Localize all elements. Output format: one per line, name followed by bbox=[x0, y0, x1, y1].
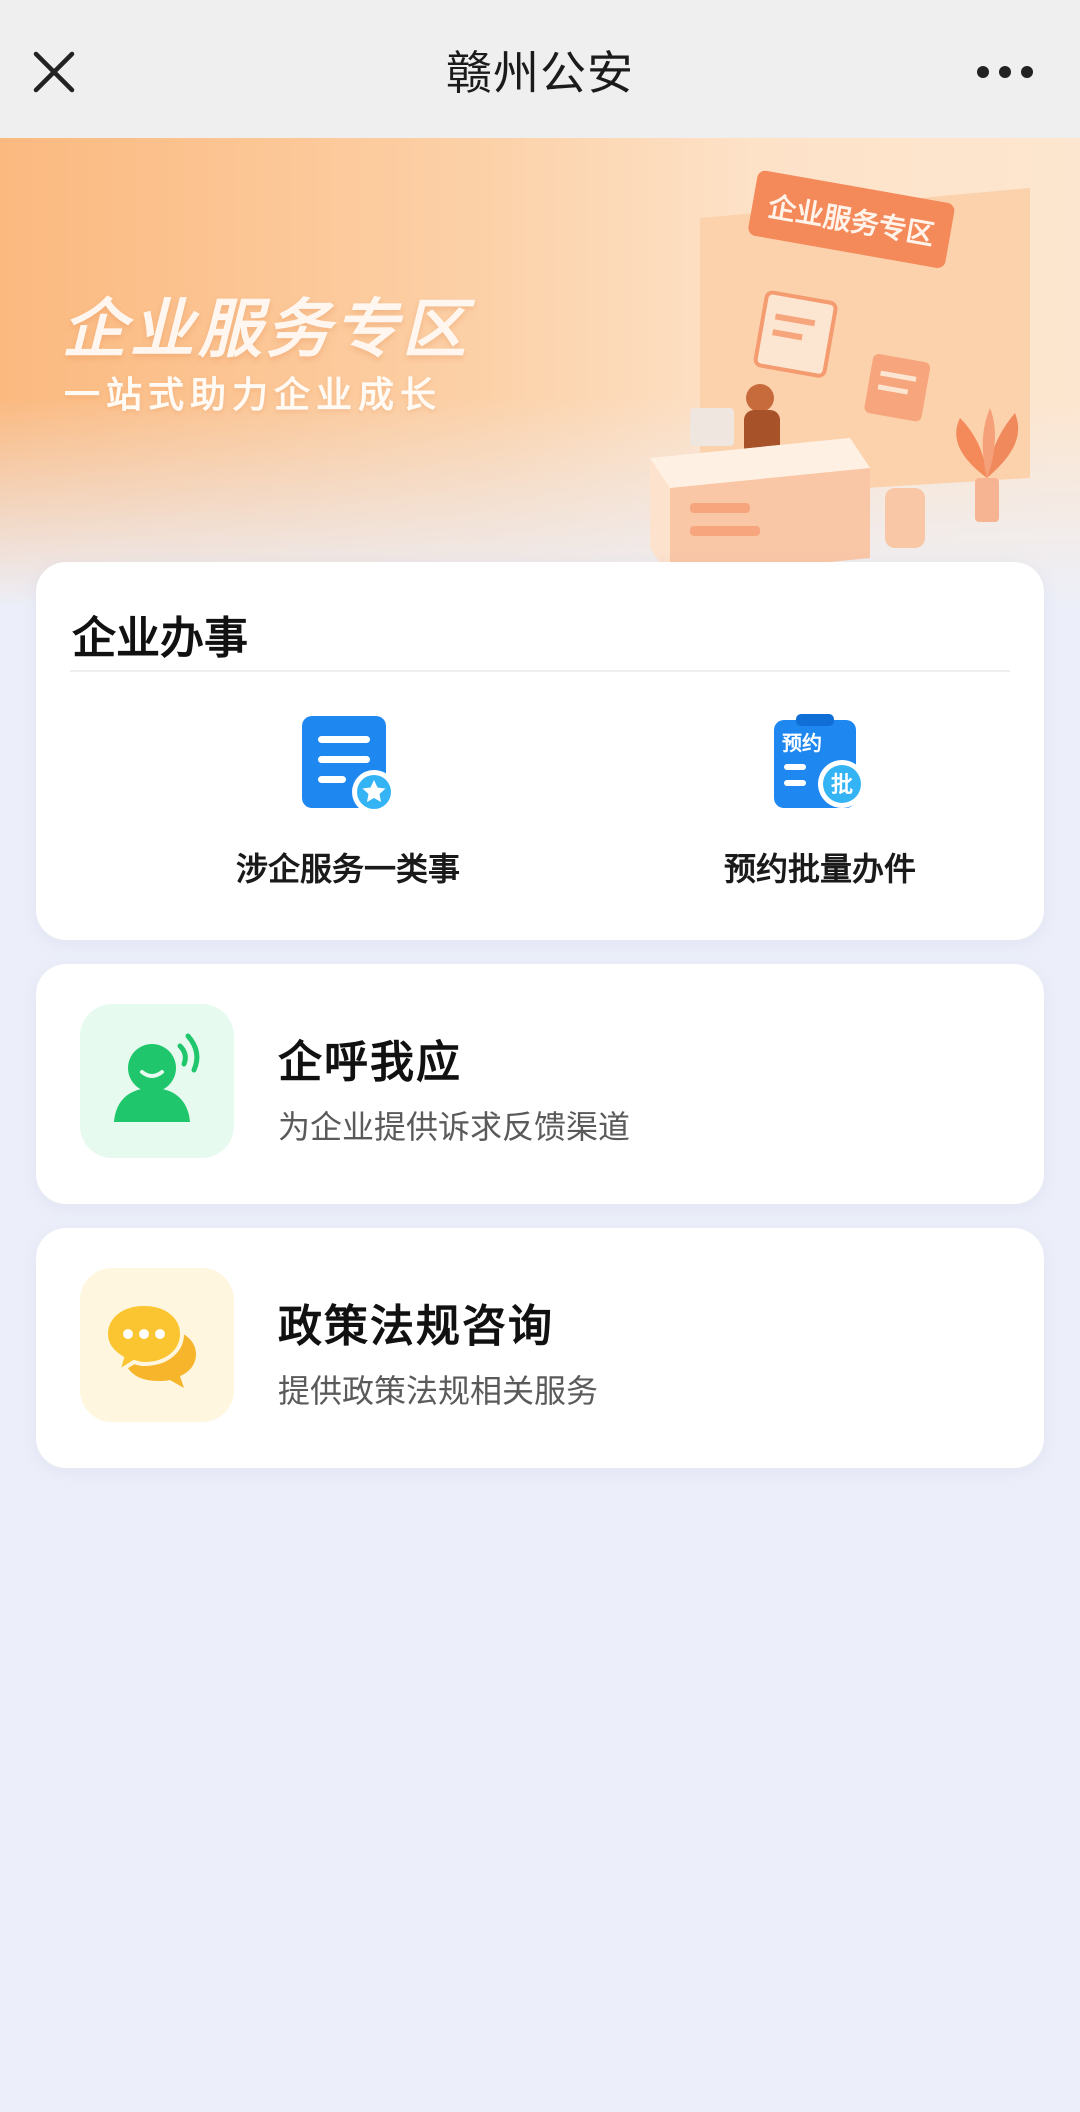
top-nav-bar: 赣州公安 bbox=[0, 0, 1080, 138]
document-star-icon bbox=[302, 716, 396, 814]
service-batch-appointment[interactable]: 预约 批 预约批量办件 bbox=[620, 712, 1020, 912]
service-enterprise-matters[interactable]: 涉企服务一类事 bbox=[148, 712, 548, 912]
icon-text-appointment: 预约 bbox=[782, 731, 822, 755]
policy-consultation-card[interactable]: 政策法规咨询 提供政策法规相关服务 bbox=[36, 1228, 1044, 1468]
card-title: 企呼我应 bbox=[278, 1037, 462, 1088]
card-description: 为企业提供诉求反馈渠道 bbox=[278, 1108, 631, 1146]
page-title: 赣州公安 bbox=[446, 46, 634, 100]
close-button[interactable] bbox=[26, 44, 82, 100]
section-divider bbox=[70, 670, 1010, 672]
close-icon bbox=[33, 51, 75, 93]
icon-text-batch: 批 bbox=[831, 773, 853, 798]
enterprise-services-card: 企业办事 涉企服务一类事 预约 批 预约批量办件 bbox=[36, 562, 1044, 940]
service-desk-illustration: 企业服务专区 bbox=[650, 170, 1030, 578]
more-dots-icon bbox=[977, 66, 1033, 78]
icon-tile bbox=[80, 1004, 234, 1158]
section-title: 企业办事 bbox=[72, 613, 248, 664]
chat-bubbles-icon bbox=[103, 1301, 196, 1388]
person-call-icon bbox=[114, 1033, 200, 1122]
service-label: 涉企服务一类事 bbox=[235, 850, 460, 888]
icon-tile bbox=[80, 1268, 234, 1422]
appointment-batch-icon: 预约 批 bbox=[774, 714, 866, 808]
card-description: 提供政策法规相关服务 bbox=[278, 1372, 599, 1410]
card-title: 政策法规咨询 bbox=[278, 1301, 554, 1352]
banner-subtitle: 一站式助力企业成长 bbox=[64, 375, 443, 416]
more-button[interactable] bbox=[972, 50, 1038, 94]
banner-title: 企业服务专区 bbox=[62, 293, 470, 367]
service-label: 预约批量办件 bbox=[723, 850, 916, 888]
hero-banner: 企业服务专区 一站式助力企业成长 企业服务专区 bbox=[0, 138, 1080, 608]
enterprise-call-response-card[interactable]: 企呼我应 为企业提供诉求反馈渠道 bbox=[36, 964, 1044, 1204]
